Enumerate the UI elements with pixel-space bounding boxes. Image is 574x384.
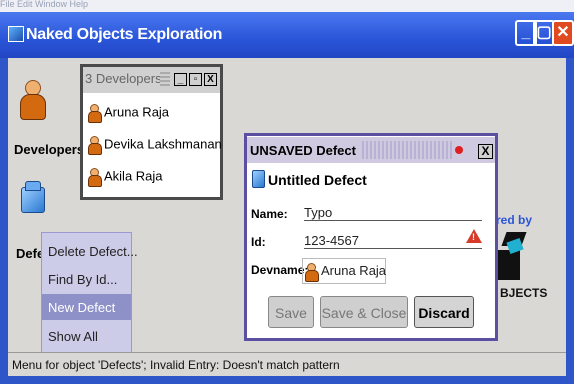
person-icon: [88, 168, 102, 187]
defect-window-title: UNSAVED Defect: [250, 143, 356, 158]
drag-grip-icon: [160, 72, 170, 88]
window-bottom-frame: [0, 376, 574, 384]
warning-icon-mark: !: [472, 232, 475, 242]
menu-item-show-all[interactable]: Show All: [48, 329, 98, 344]
defects-class-label[interactable]: Defe: [16, 246, 44, 261]
name-field[interactable]: Typo: [304, 205, 482, 221]
person-icon: [88, 104, 102, 123]
devwin-close-button[interactable]: X: [204, 73, 217, 86]
window-title: Naked Objects Exploration: [26, 26, 223, 43]
menu-item-delete-defect[interactable]: Delete Defect...: [48, 244, 138, 259]
devname-field-label: Devname:: [251, 263, 309, 277]
devwin-iconify-button[interactable]: _: [174, 73, 187, 86]
menu-item-find-by-id[interactable]: Find By Id...: [48, 272, 117, 287]
defect-close-button[interactable]: X: [478, 144, 493, 159]
unsaved-indicator-icon: [455, 146, 463, 154]
developers-window-title: 3 Developers: [85, 71, 162, 86]
save-button[interactable]: Save: [268, 296, 314, 328]
status-text: Menu for object 'Defects'; Invalid Entry…: [12, 358, 340, 372]
logo-text-bottom: BJECTS: [500, 286, 548, 300]
top-strip-text: File Edit Window Help: [0, 0, 89, 9]
defect-object-icon: [252, 170, 265, 188]
devwin-maximize-button[interactable]: ▫: [189, 73, 202, 86]
developer-list-item[interactable]: Aruna Raja: [88, 104, 169, 123]
naked-objects-logo-icon: [498, 232, 528, 280]
defects-class-icon[interactable]: [21, 181, 45, 213]
top-menu-strip: File Edit Window Help: [0, 0, 574, 12]
defect-titlebar-grip: [362, 141, 452, 159]
save-and-close-button[interactable]: Save & Close: [320, 296, 408, 328]
person-icon: [88, 136, 102, 155]
close-button[interactable]: ✕: [552, 20, 574, 46]
devname-field[interactable]: Aruna Raja: [302, 258, 386, 284]
developers-class-icon[interactable]: [20, 80, 46, 120]
logo-text-top: red by: [496, 213, 533, 227]
developer-list-item[interactable]: Devika Lakshmanan: [88, 136, 222, 155]
defect-heading: Untitled Defect: [268, 172, 367, 188]
person-icon: [305, 262, 319, 282]
id-field[interactable]: 123-4567: [304, 233, 482, 249]
app-logo-icon: [8, 26, 24, 42]
name-field-label: Name:: [251, 207, 288, 221]
developer-list-item[interactable]: Akila Raja: [88, 168, 163, 187]
menu-item-new-defect[interactable]: New Defect: [48, 300, 115, 315]
status-bar: Menu for object 'Defects'; Invalid Entry…: [8, 352, 566, 376]
developers-class-label[interactable]: Developers: [14, 142, 84, 157]
id-field-label: Id:: [251, 235, 266, 249]
discard-button[interactable]: Discard: [414, 296, 474, 328]
